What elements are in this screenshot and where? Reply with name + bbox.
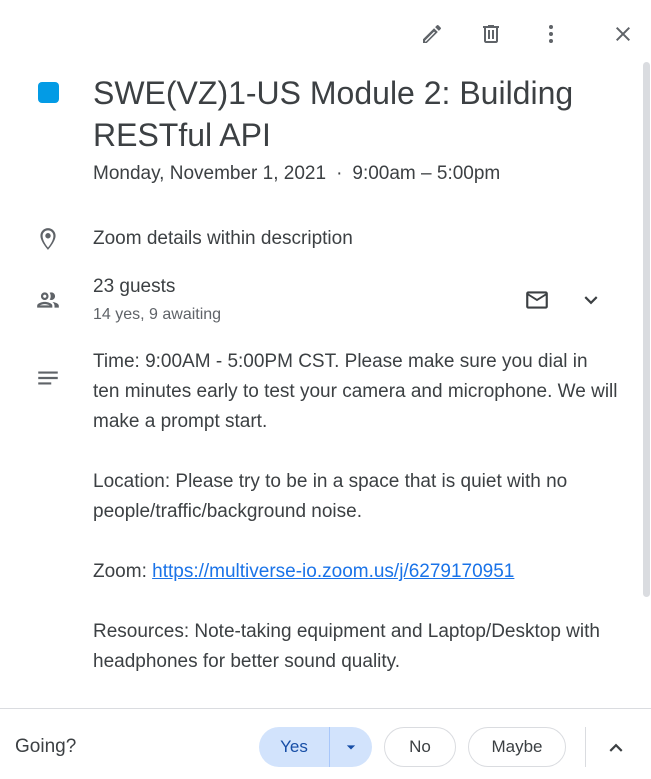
- chevron-down-icon: [584, 296, 598, 305]
- caret-down-icon: [346, 745, 356, 750]
- rsvp-yes-dropdown-button[interactable]: [330, 727, 372, 767]
- email-guests-button[interactable]: [517, 280, 557, 320]
- description-row-icon: [34, 364, 62, 392]
- going-label: Going?: [15, 736, 77, 757]
- scrollbar[interactable]: [643, 62, 650, 597]
- event-description: Time: 9:00AM - 5:00PM CST. Please make s…: [93, 347, 618, 707]
- description-zoom: Zoom: https://multiverse-io.zoom.us/j/62…: [93, 557, 618, 587]
- zoom-label: Zoom:: [93, 561, 153, 582]
- guest-count: 23 guests: [93, 276, 176, 297]
- description-resources: Resources: Note-taking equipment and Lap…: [93, 621, 600, 672]
- rsvp-maybe-button[interactable]: Maybe: [468, 727, 566, 767]
- collapse-button[interactable]: [596, 728, 636, 768]
- description-time: Time: 9:00AM - 5:00PM CST. Please make s…: [93, 351, 618, 432]
- location-text: Zoom details within description: [93, 228, 353, 249]
- event-time: 9:00am – 5:00pm: [352, 163, 501, 184]
- event-title: SWE(VZ)1-US Module 2: Building RESTful A…: [93, 75, 574, 153]
- rsvp-no-button[interactable]: No: [384, 727, 456, 767]
- event-details: SWE(VZ)1-US Module 2: Building RESTful A…: [0, 0, 640, 708]
- event-date: Monday, November 1, 2021: [93, 163, 327, 184]
- chevron-up-icon: [609, 743, 623, 752]
- location-pin-icon: [40, 228, 56, 250]
- expand-guests-button[interactable]: [571, 280, 611, 320]
- event-datetime: Monday, November 1, 2021 · 9:00am – 5:00pm: [93, 160, 500, 188]
- datetime-separator: ·: [336, 163, 343, 184]
- notes-icon: [38, 371, 58, 385]
- footer-divider: [585, 727, 586, 767]
- event-color-swatch: [38, 82, 59, 103]
- rsvp-footer: Going? Yes No Maybe: [0, 708, 651, 779]
- location-row-icon: [34, 225, 62, 253]
- description-location: Location: Please try to be in a space th…: [93, 471, 568, 522]
- rsvp-yes-button[interactable]: Yes: [259, 727, 329, 767]
- guest-rsvp-summary: 14 yes, 9 awaiting: [93, 306, 222, 323]
- mail-icon: [526, 291, 548, 309]
- rsvp-yes-group: Yes: [259, 727, 372, 767]
- zoom-link[interactable]: https://multiverse-io.zoom.us/j/62791709…: [152, 561, 514, 582]
- guests-row-icon: [34, 286, 62, 314]
- people-icon: [37, 292, 59, 308]
